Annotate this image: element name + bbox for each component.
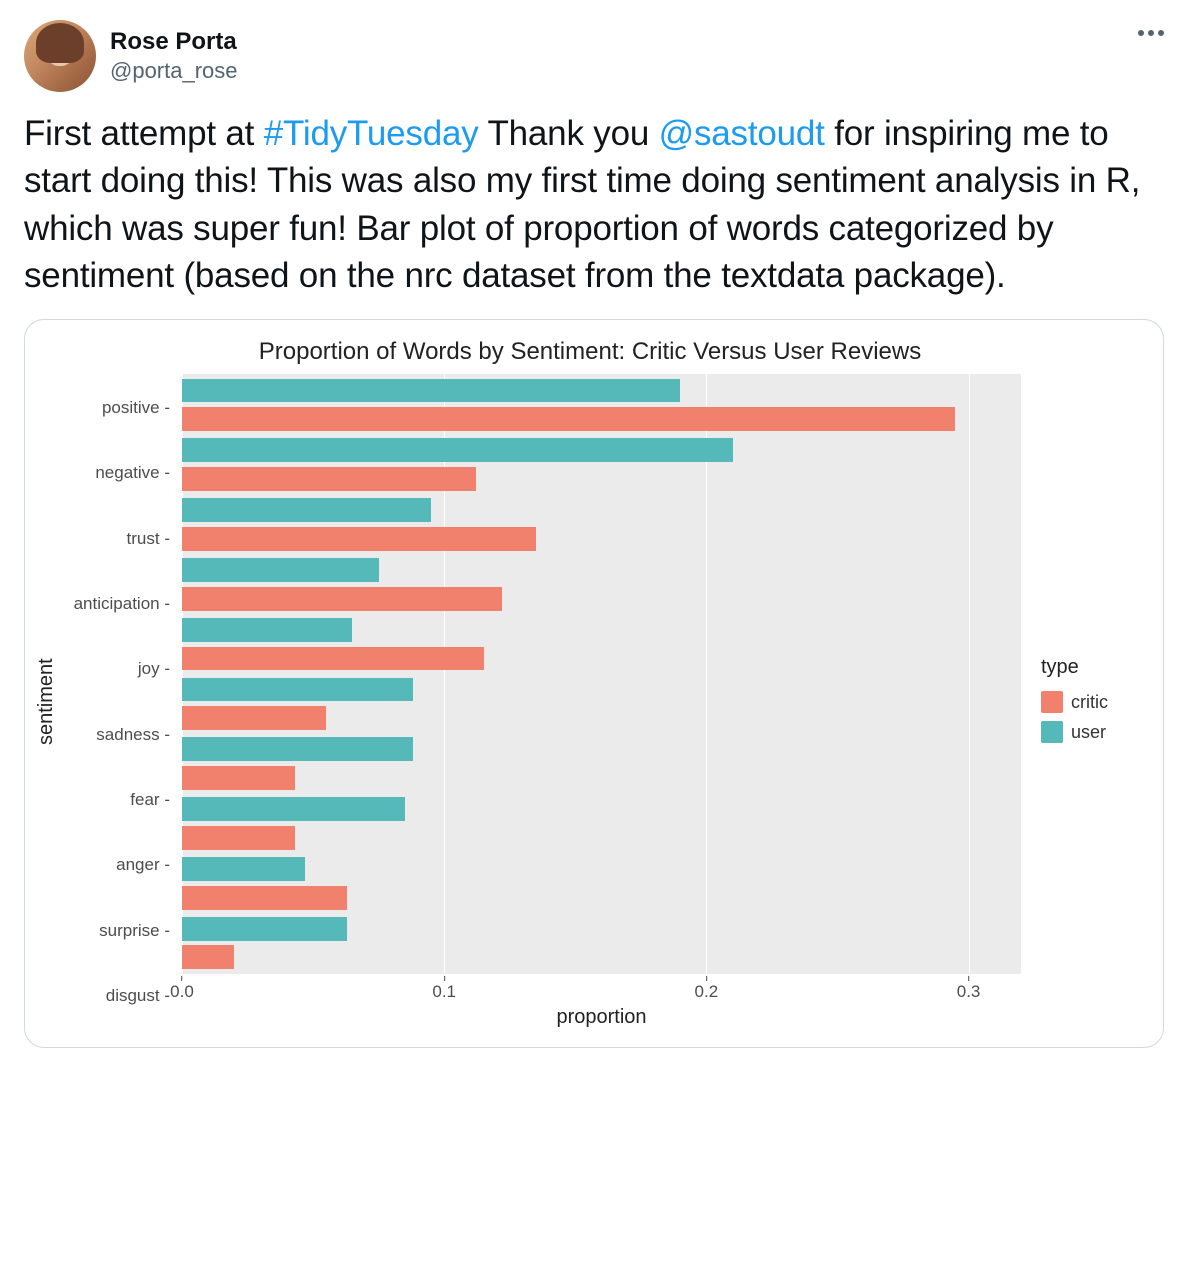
bar-row: [182, 853, 1021, 913]
x-axis-label: proportion: [182, 1006, 1021, 1029]
bar-user: [182, 558, 379, 582]
bar-user: [182, 917, 347, 941]
legend-item-user: user: [1041, 721, 1147, 743]
more-icon: [1148, 30, 1154, 36]
tweet-link[interactable]: @sastoudt: [659, 114, 825, 153]
bar-row: [182, 614, 1021, 674]
y-axis-ticks: positive - negative - trust - anticipation …: [66, 374, 176, 1029]
plot-panel: [182, 374, 1021, 974]
bar-row: [182, 674, 1021, 734]
chart-title: Proportion of Words by Sentiment: Critic…: [33, 338, 1147, 366]
bar-critic: [182, 527, 536, 551]
tweet-text-fragment: Thank you: [479, 114, 659, 153]
bar-row: [182, 495, 1021, 555]
tweet-link[interactable]: #TidyTuesday: [264, 114, 479, 153]
bar-critic: [182, 407, 955, 431]
bar-critic: [182, 826, 295, 850]
y-tick: trust -: [66, 530, 170, 547]
x-tick: 0.1: [432, 976, 456, 1002]
bar-user: [182, 678, 413, 702]
x-axis-ticks: 0.00.10.20.3: [182, 976, 1021, 1004]
y-tick: surprise -: [66, 922, 170, 939]
y-tick: disgust -: [66, 987, 170, 1004]
y-tick: anger -: [66, 856, 170, 873]
bar-rows: [182, 374, 1021, 974]
y-tick: joy -: [66, 660, 170, 677]
bar-row: [182, 734, 1021, 794]
x-tick: 0.2: [695, 976, 719, 1002]
bar-user: [182, 498, 431, 522]
display-name: Rose Porta: [110, 26, 238, 57]
chart-body: sentiment positive - negative - trust - ant…: [33, 374, 1147, 1029]
x-tick: 0.3: [957, 976, 981, 1002]
legend-item-critic: critic: [1041, 691, 1147, 713]
user-name-block[interactable]: Rose Porta @porta_rose: [110, 20, 238, 86]
legend: type critic user: [1027, 374, 1147, 1029]
bar-critic: [182, 945, 234, 969]
bar-critic: [182, 706, 326, 730]
bar-critic: [182, 467, 476, 491]
user-handle: @porta_rose: [110, 57, 238, 86]
y-axis-label: sentiment: [33, 374, 60, 1029]
more-icon: [1158, 30, 1164, 36]
legend-label-user: user: [1071, 722, 1106, 743]
bar-user: [182, 857, 305, 881]
bar-row: [182, 375, 1021, 435]
bar-user: [182, 618, 352, 642]
x-tick: 0.0: [170, 976, 194, 1002]
bar-critic: [182, 886, 347, 910]
tweet-text-fragment: First attempt at: [24, 114, 264, 153]
bar-critic: [182, 766, 295, 790]
bar-user: [182, 438, 733, 462]
bar-user: [182, 379, 680, 403]
legend-swatch-critic: [1041, 691, 1063, 713]
y-tick: anticipation -: [66, 595, 170, 612]
chart-card: Proportion of Words by Sentiment: Critic…: [24, 319, 1164, 1048]
tweet-text: First attempt at #TidyTuesday Thank you …: [24, 110, 1164, 299]
more-options-button[interactable]: [1138, 20, 1164, 36]
bar-row: [182, 554, 1021, 614]
bar-user: [182, 737, 413, 761]
y-tick: sadness -: [66, 726, 170, 743]
bar-user: [182, 797, 405, 821]
plot-column: 0.00.10.20.3 proportion: [182, 374, 1021, 1029]
y-tick: positive -: [66, 399, 170, 416]
bar-critic: [182, 647, 484, 671]
bar-critic: [182, 587, 502, 611]
legend-swatch-user: [1041, 721, 1063, 743]
tweet-header: Rose Porta @porta_rose: [24, 20, 1164, 92]
bar-row: [182, 435, 1021, 495]
bar-row: [182, 794, 1021, 854]
y-tick: fear -: [66, 791, 170, 808]
more-icon: [1138, 30, 1144, 36]
legend-label-critic: critic: [1071, 692, 1108, 713]
y-tick: negative -: [66, 464, 170, 481]
bar-row: [182, 913, 1021, 973]
avatar[interactable]: [24, 20, 96, 92]
legend-title: type: [1041, 656, 1147, 679]
